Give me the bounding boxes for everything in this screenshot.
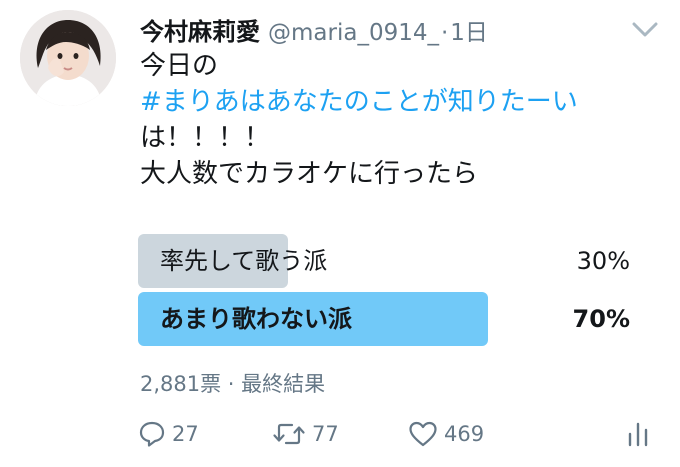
poll-option-winner: あまり歌わない派 70% xyxy=(138,292,638,346)
tweet-actions: 27 77 469 xyxy=(138,414,656,454)
reply-icon xyxy=(139,421,165,447)
tweet-timestamp[interactable]: 1日 xyxy=(450,13,488,47)
analytics-button[interactable] xyxy=(626,414,650,454)
analytics-icon xyxy=(628,422,648,447)
poll-option-label: あまり歌わない派 xyxy=(160,305,352,333)
chevron-down-icon[interactable] xyxy=(632,22,658,38)
reply-count: 27 xyxy=(172,422,199,446)
tweet-text-line: 今日の xyxy=(140,51,219,81)
poll-option-percent: 70% xyxy=(572,305,630,333)
tweet-text: 今日の #まりあはあなたのことが知りたーい は！！！！ 大人数でカラオケに行った… xyxy=(140,48,660,192)
tweet-text-line: は！！！！ xyxy=(140,123,271,153)
retweet-count: 77 xyxy=(312,422,339,446)
poll-option-label: 率先して歌う派 xyxy=(160,247,328,275)
author-handle[interactable]: @maria_0914_ xyxy=(268,20,439,46)
header-separator: · xyxy=(440,20,449,46)
reply-button[interactable]: 27 xyxy=(138,414,199,454)
poll-vote-count: 2,881票 · 最終結果 xyxy=(140,372,326,396)
hashtag-link[interactable]: #まりあはあなたのことが知りたーい xyxy=(140,84,660,120)
like-count: 469 xyxy=(444,422,485,446)
heart-icon xyxy=(409,421,437,447)
like-button[interactable]: 469 xyxy=(408,414,484,454)
avatar-photo xyxy=(20,10,116,106)
poll-option-percent: 30% xyxy=(576,247,630,275)
poll-option: 率先して歌う派 30% xyxy=(138,234,638,288)
retweet-icon xyxy=(273,423,305,445)
tweet-header: 今村麻莉愛 @maria_0914_ · 1日 xyxy=(140,12,488,47)
avatar[interactable] xyxy=(20,10,116,106)
retweet-button[interactable]: 77 xyxy=(272,414,339,454)
tweet-text-line: 大人数でカラオケに行ったら xyxy=(140,159,479,189)
author-name[interactable]: 今村麻莉愛 xyxy=(140,12,260,47)
